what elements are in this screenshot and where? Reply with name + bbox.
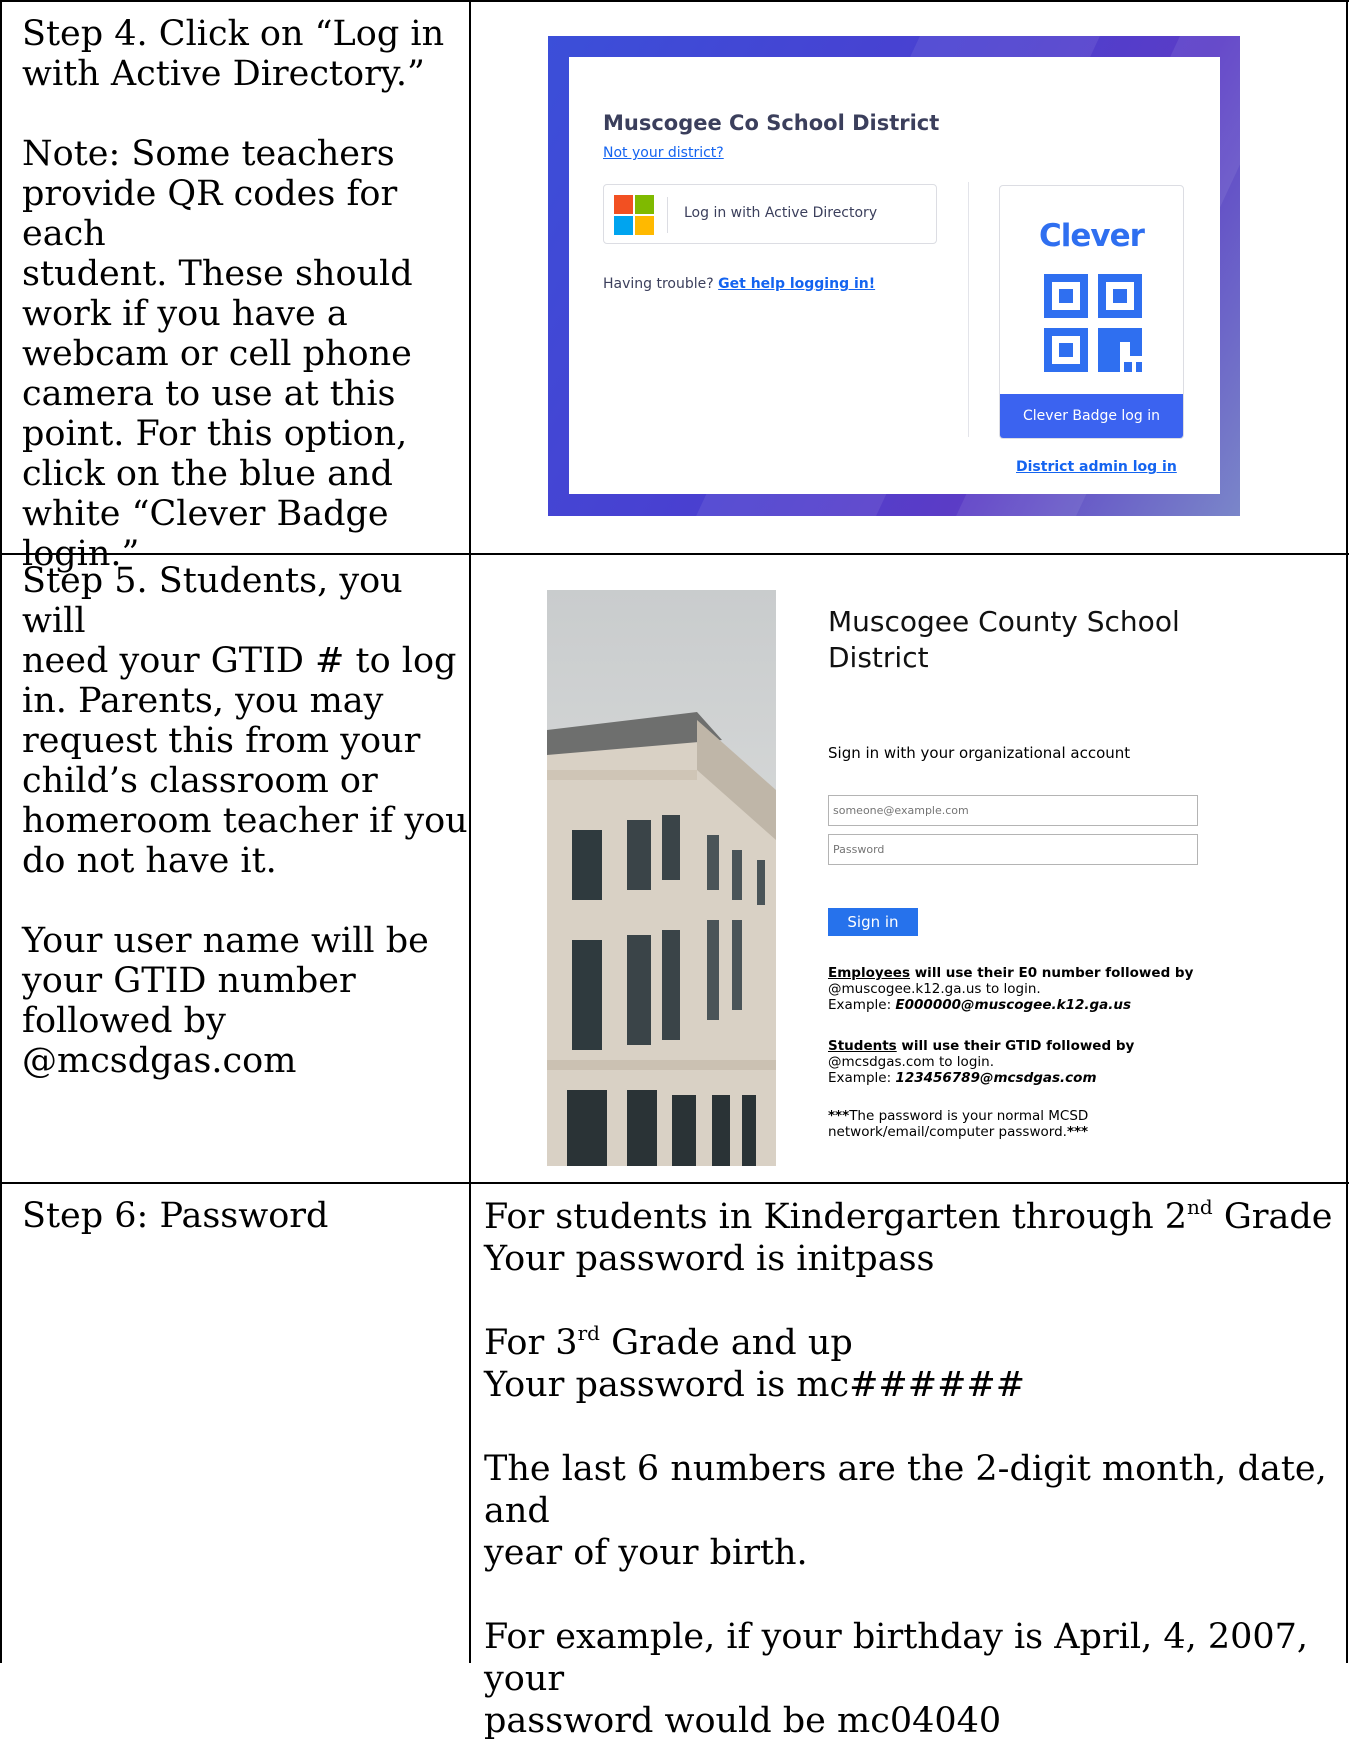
students-note: Students will use their GTID followed by… [828,1038,1248,1086]
students-rest: will use their GTID followed by [896,1038,1135,1054]
students-example: Example: 123456789@mcsdgas.com [828,1070,1248,1086]
district-title: Muscogee Co School District [603,111,940,135]
clever-badge-card: Clever Clever Badge log in [999,185,1184,439]
step5-line: child’s classroom or [22,761,378,801]
g3-password: Your password is mc###### [484,1365,1026,1405]
stars: *** [1066,1124,1089,1140]
clever-badge-login-button[interactable]: Clever Badge log in [1000,394,1183,438]
adfs-title-line: Muscogee County School [828,605,1180,638]
table-border-right [1346,0,1348,1663]
help-logging-in-link[interactable]: Get help logging in! [718,276,875,292]
step4-note: white “Clever Badge [22,494,389,534]
example-line: For example, if your birthday is April, … [484,1617,1309,1699]
step4-note: camera to use at this [22,374,396,414]
clever-logo: Clever [1039,218,1145,254]
students-example-value: 123456789@mcsdgas.com [895,1070,1097,1086]
employees-example-value: E000000@muscogee.k12.ga.us [895,997,1132,1013]
g3-text: Grade and up [599,1323,853,1363]
microsoft-logo-icon [614,195,654,235]
k2-line: For students in Kindergarten through 2nd… [484,1196,1344,1238]
sign-in-button[interactable]: Sign in [828,908,918,936]
explain-line: The last 6 numbers are the 2-digit month… [484,1449,1327,1531]
k2-text: For students in Kindergarten through 2 [484,1197,1188,1237]
step5-line: Step 5. Students, you will [22,561,403,641]
g3-text: For 3 [484,1323,578,1363]
password-instructions: For students in Kindergarten through 2nd… [484,1196,1344,1742]
step5-line: homeroom teacher if you [22,801,468,841]
example-line: password would be mc04040 [484,1701,1002,1741]
step5-line: in. Parents, you may [22,681,384,721]
username-line: @mcsdgas.com [22,1041,297,1081]
password-note: ***The password is your normal MCSD netw… [828,1108,1248,1140]
clever-login-card: Muscogee Co School District Not your dis… [569,57,1220,494]
step5-line: do not have it. [22,841,277,881]
username-line: Your user name will be [22,921,429,961]
ordinal-suffix: rd [577,1321,600,1345]
employees-word: Employees [828,965,911,981]
k2-password: Your password is initpass [484,1239,935,1279]
password-note-text: network/email/computer password. [828,1124,1067,1140]
step6-label-cell: Step 6: Password [2,1184,468,1662]
not-your-district-link[interactable]: Not your district? [603,145,724,161]
g3-line: For 3rd Grade and up [484,1322,1344,1364]
active-directory-label: Log in with Active Directory [684,205,878,221]
students-line2: @mcsdgas.com to login. [828,1054,994,1070]
step5-line: need your GTID # to log [22,641,457,681]
step4-note: Note: Some teachers [22,134,395,174]
step4-note: work if you have a [22,294,348,334]
example-label: Example: [828,1070,896,1086]
active-directory-login-button[interactable]: Log in with Active Directory [603,184,937,244]
district-admin-login-link[interactable]: District admin log in [1016,459,1177,475]
step4-note: student. These should [22,254,413,294]
clever-login-screenshot: Muscogee Co School District Not your dis… [548,36,1240,516]
step4-instruction: Step 4. Click on “Log in [22,14,445,54]
step6-label: Step 6: Password [22,1196,329,1236]
password-note-text: The password is your normal MCSD [849,1108,1089,1124]
password-note-line1: ***The password is your normal MCSD [828,1108,1248,1124]
step5-text-cell: Step 5. Students, you will need your GTI… [2,555,468,1181]
trouble-label: Having trouble? [603,276,714,292]
stars: *** [828,1108,850,1124]
example-label: Example: [828,997,896,1013]
username-line: followed by [22,1001,226,1041]
students-word: Students [828,1038,897,1054]
employees-rest: will use their E0 number followed by [910,965,1194,981]
qr-code-icon [1044,274,1142,372]
trouble-text: Having trouble? Get help logging in! [603,276,875,292]
students-line: Students will use their GTID followed by [828,1038,1248,1054]
password-field[interactable] [828,834,1198,865]
vertical-divider [968,182,969,437]
k2-text: Grade [1212,1197,1333,1237]
school-building-photo [547,590,776,1166]
step5-line: request this from your [22,721,421,761]
adfs-title-line: District [828,641,929,674]
adfs-title: Muscogee County School District [828,604,1228,676]
button-divider [667,197,668,233]
step4-note: click on the blue and [22,454,393,494]
ordinal-suffix: nd [1187,1195,1213,1219]
adfs-subtitle: Sign in with your organizational account [828,744,1131,762]
employees-example: Example: E000000@muscogee.k12.ga.us [828,997,1248,1013]
password-note-line2: network/email/computer password.*** [828,1124,1248,1140]
username-line: your GTID number [22,961,356,1001]
employees-note: Employees will use their E0 number follo… [828,965,1248,1013]
step4-note: point. For this option, [22,414,408,454]
step4-instruction: with Active Directory.” [22,54,425,94]
email-field[interactable] [828,795,1198,826]
explain-line: year of your birth. [484,1533,808,1573]
table-column-divider [469,0,471,1663]
employees-line: Employees will use their E0 number follo… [828,965,1248,981]
step4-note: webcam or cell phone [22,334,412,374]
step4-text-cell: Step 4. Click on “Log in with Active Dir… [2,2,468,574]
step4-note: provide QR codes for each [22,174,398,254]
employees-line2: @muscogee.k12.ga.us to login. [828,981,1041,997]
